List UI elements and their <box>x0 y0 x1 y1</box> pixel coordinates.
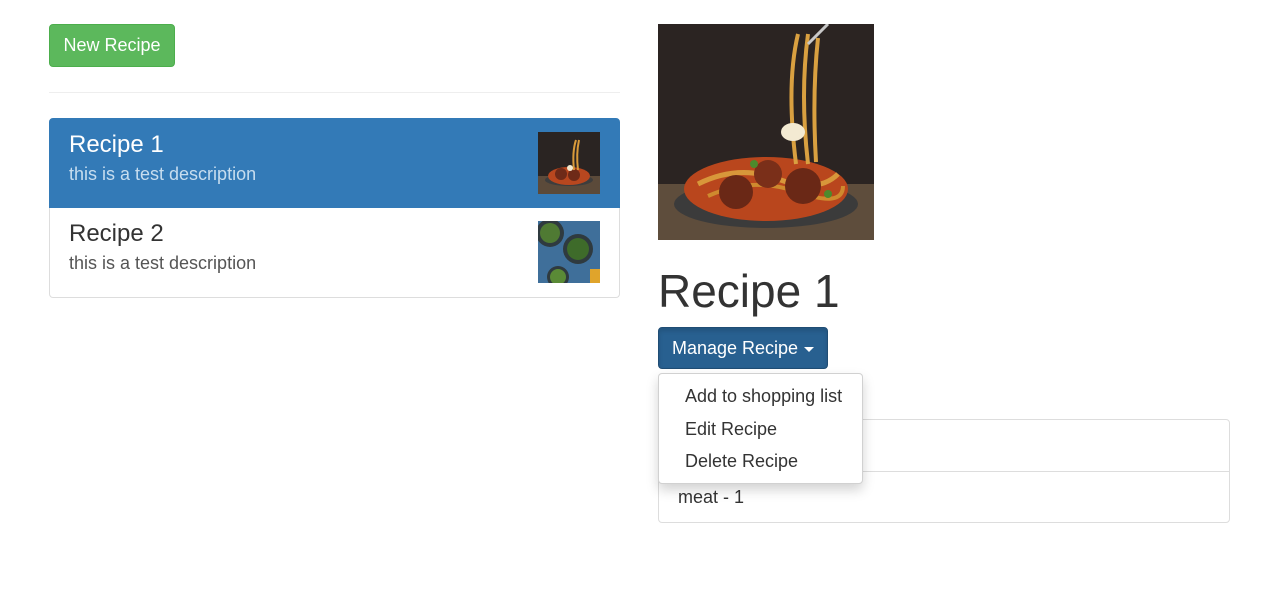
manage-recipe-button[interactable]: Manage Recipe <box>658 327 828 369</box>
recipe-thumbnail <box>538 221 600 283</box>
recipe-item-title: Recipe 2 <box>69 220 164 247</box>
recipe-item-description: this is a test description <box>69 253 257 273</box>
manage-recipe-menu: Add to shopping list Edit Recipe Delete … <box>658 373 863 484</box>
recipe-list-item[interactable]: Recipe 2 this is a test description <box>49 208 620 298</box>
recipe-list-item[interactable]: Recipe 1 this is a test description <box>49 118 620 208</box>
ingredient-text: meat - 1 <box>678 487 745 507</box>
recipe-item-title: Recipe 1 <box>69 131 164 158</box>
menu-item-edit-recipe[interactable]: Edit Recipe <box>685 419 777 440</box>
menu-item-add-to-shopping-list[interactable]: Add to shopping list <box>685 386 842 407</box>
new-recipe-button[interactable]: New Recipe <box>49 24 175 67</box>
divider <box>49 92 620 93</box>
recipe-detail-title: Recipe 1 <box>658 265 840 317</box>
recipe-thumbnail <box>538 132 600 194</box>
manage-recipe-label: Manage Recipe <box>671 337 799 358</box>
recipe-item-description: this is a test description <box>69 164 257 184</box>
recipe-image <box>658 24 874 240</box>
caret-down-icon <box>804 346 815 352</box>
menu-item-delete-recipe[interactable]: Delete Recipe <box>685 451 798 472</box>
